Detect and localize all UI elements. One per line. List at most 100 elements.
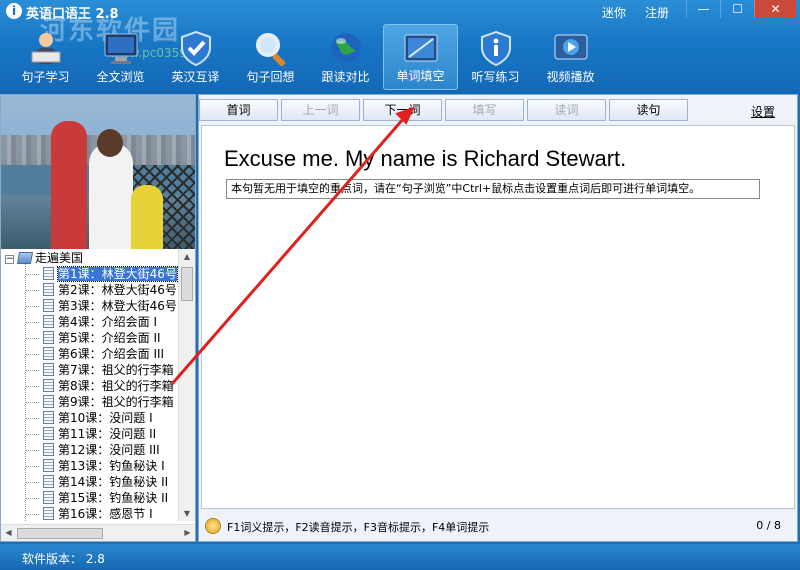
video-person xyxy=(51,121,87,249)
first-word-button[interactable]: 首词 xyxy=(199,99,278,121)
lesson-item[interactable]: 第1课：林登大街46号 xyxy=(1,266,179,282)
lesson-item[interactable]: 第15课：钓鱼秘诀 II xyxy=(1,490,179,506)
maximize-button[interactable]: ☐ xyxy=(720,0,754,18)
lesson-label: 第16课：感恩节 I xyxy=(58,507,153,521)
scroll-up-icon[interactable]: ▲ xyxy=(179,249,195,264)
lesson-item[interactable]: 第4课：介绍会面 I xyxy=(1,314,179,330)
register-link[interactable]: 注册 xyxy=(645,4,669,21)
magnifier-icon xyxy=(255,33,285,67)
tool-label: 英汉互译 xyxy=(171,70,220,84)
prev-word-button[interactable]: 上一词 xyxy=(281,99,360,121)
no-keyword-notice: 本句暂无用于填空的重点词，请在“句子浏览”中Ctrl+鼠标点击设置重点词后即可进… xyxy=(226,179,760,199)
hint-text: F1词义提示，F2读音提示，F3音标提示，F4单词提示 xyxy=(227,521,490,534)
tree-horizontal-scrollbar[interactable]: ◀ ▶ xyxy=(1,524,195,541)
lesson-item[interactable]: 第3课：林登大街46号 xyxy=(1,298,179,314)
lesson-item[interactable]: 第11课：没问题 II xyxy=(1,426,179,442)
tool-label: 视频播放 xyxy=(546,70,595,84)
lesson-item[interactable]: 第14课：钓鱼秘诀 II xyxy=(1,474,179,490)
hint-bar: F1词义提示，F2读音提示，F3音标提示，F4单词提示 0 / 8 xyxy=(201,513,795,539)
next-word-button[interactable]: 下一词 xyxy=(363,99,442,121)
person-study-icon xyxy=(31,33,60,64)
title-toolbar-area: i 英语口语王 2.8 河东软件园 www.pc0359.cn 迷你 注册 — … xyxy=(0,0,800,94)
lesson-label: 第8课：祖父的行李箱 xyxy=(58,379,174,393)
lesson-label: 第15课：钓鱼秘诀 II xyxy=(58,491,169,505)
lesson-label: 第2课：林登大街46号 xyxy=(58,283,177,297)
document-icon xyxy=(43,443,54,456)
minimize-button[interactable]: — xyxy=(686,0,720,18)
lesson-label: 第4课：介绍会面 I xyxy=(58,315,157,329)
document-icon xyxy=(43,475,54,488)
document-icon xyxy=(43,491,54,504)
status-bar: 软件版本： 2.8 xyxy=(0,544,800,570)
lesson-item[interactable]: 第5课：介绍会面 II xyxy=(1,330,179,346)
document-icon xyxy=(43,267,54,280)
document-icon xyxy=(43,411,54,424)
lesson-item[interactable]: 第16课：感恩节 I xyxy=(1,506,179,521)
document-icon xyxy=(43,507,54,520)
fill-blank-panel: 首词 上一词 下一词 填写 读词 读句 设置 Excuse me. My nam… xyxy=(198,94,798,542)
lesson-label: 第6课：介绍会面 III xyxy=(58,347,165,361)
read-sentence-button[interactable]: 读句 xyxy=(609,99,688,121)
video-preview[interactable] xyxy=(1,95,195,249)
video-person-head xyxy=(97,129,123,157)
current-sentence: Excuse me. My name is Richard Stewart. xyxy=(224,146,627,171)
close-button[interactable]: ✕ xyxy=(754,0,796,18)
tool-label: 句子学习 xyxy=(21,70,70,84)
lesson-item[interactable]: 第7课：祖父的行李箱 xyxy=(1,362,179,378)
lesson-item[interactable]: 第2课：林登大街46号 xyxy=(1,282,179,298)
lesson-item[interactable]: 第12课：没问题 III xyxy=(1,442,179,458)
tree-vertical-scrollbar[interactable]: ▲ ▼ xyxy=(178,249,195,521)
document-icon xyxy=(43,379,54,392)
lesson-item[interactable]: 第9课：祖父的行李箱 xyxy=(1,394,179,410)
tool-label: 句子回想 xyxy=(246,70,295,84)
lesson-label: 第9课：祖父的行李箱 xyxy=(58,395,174,409)
scroll-thumb[interactable] xyxy=(181,267,193,301)
tree-root[interactable]: − 走遍美国 xyxy=(1,251,179,266)
mini-link[interactable]: 迷你 xyxy=(602,4,626,21)
video-person xyxy=(89,143,133,249)
settings-link[interactable]: 设置 xyxy=(751,103,775,120)
document-icon xyxy=(43,347,54,360)
scroll-down-icon[interactable]: ▼ xyxy=(179,506,195,521)
lesson-label: 第1课：林登大街46号 xyxy=(57,266,178,282)
scroll-thumb[interactable] xyxy=(17,528,103,539)
info-shield-icon xyxy=(480,30,511,67)
tool-word-fill-blank[interactable]: 单词填空 xyxy=(383,24,458,90)
tool-follow-read-compare[interactable]: 跟读对比 xyxy=(308,24,383,90)
document-icon xyxy=(43,427,54,440)
lesson-label: 第5课：介绍会面 II xyxy=(58,331,161,345)
shield-check-icon xyxy=(180,30,211,67)
blank-fill-icon xyxy=(404,34,437,62)
tool-sentence-recall[interactable]: 句子回想 xyxy=(233,24,308,90)
tool-video-play[interactable]: 视频播放 xyxy=(533,24,608,90)
video-play-icon xyxy=(554,34,587,60)
sentence-area: Excuse me. My name is Richard Stewart. 本… xyxy=(201,125,795,509)
version-label: 软件版本： 2.8 xyxy=(22,552,105,566)
lesson-label: 第14课：钓鱼秘诀 II xyxy=(58,475,169,489)
lesson-item[interactable]: 第13课：钓鱼秘诀 I xyxy=(1,458,179,474)
fill-button[interactable]: 填写 xyxy=(445,99,524,121)
tool-sentence-study[interactable]: 句子学习 xyxy=(8,24,83,90)
lesson-label: 第10课：没问题 I xyxy=(58,411,153,425)
window-controls: — ☐ ✕ xyxy=(686,0,796,18)
lesson-panel: − 走遍美国 第1课：林登大街46号 第2课：林登大街46号 第3课：林登大街46号第… xyxy=(0,94,196,542)
collapse-icon[interactable]: − xyxy=(5,255,14,264)
document-icon xyxy=(43,283,54,296)
lesson-label: 第3课：林登大街46号 xyxy=(58,299,177,313)
lesson-item[interactable]: 第6课：介绍会面 III xyxy=(1,346,179,362)
hint-bulb-icon xyxy=(205,518,221,534)
lesson-label: 第12课：没问题 III xyxy=(58,443,160,457)
video-person xyxy=(131,185,163,249)
tool-dictation[interactable]: 听写练习 xyxy=(458,24,533,90)
lesson-item[interactable]: 第8课：祖父的行李箱 xyxy=(1,378,179,394)
document-icon xyxy=(43,363,54,376)
read-word-button[interactable]: 读词 xyxy=(527,99,606,121)
document-icon xyxy=(43,395,54,408)
tool-fulltext-browse[interactable]: 全文浏览 xyxy=(83,24,158,90)
document-icon xyxy=(43,315,54,328)
scroll-left-icon[interactable]: ◀ xyxy=(1,525,16,541)
lesson-item[interactable]: 第10课：没问题 I xyxy=(1,410,179,426)
tool-en-zh-translate[interactable]: 英汉互译 xyxy=(158,24,233,90)
scroll-right-icon[interactable]: ▶ xyxy=(180,525,195,541)
tree-root-label: 走遍美国 xyxy=(35,251,84,265)
